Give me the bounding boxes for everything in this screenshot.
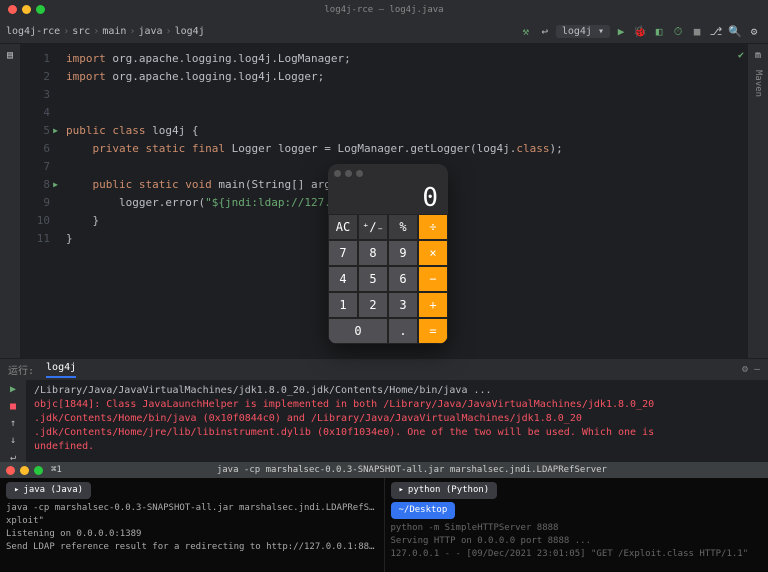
up-icon[interactable]: ↑ (6, 418, 20, 429)
minimize-icon[interactable] (22, 5, 31, 14)
gutter: 1 2 3 4 5▶ 6 7 8▶ 9 10 11 (20, 44, 56, 358)
calc-key-5[interactable]: 5 (358, 266, 388, 292)
run-panel-tabs: 运行: log4j ⚙ — (0, 358, 768, 380)
hide-icon[interactable]: — (754, 364, 760, 375)
crumb-src[interactable]: src (72, 26, 90, 37)
crumb-java[interactable]: java (138, 26, 162, 37)
calc-key-dot[interactable]: . (388, 318, 418, 344)
console-output[interactable]: /Library/Java/JavaVirtualMachines/jdk1.8… (26, 380, 768, 462)
stop-icon[interactable]: ■ (689, 24, 705, 40)
crumb-project[interactable]: log4j-rce (6, 26, 60, 37)
crumb-file[interactable]: log4j (175, 26, 205, 37)
calc-key-1[interactable]: 1 (328, 292, 358, 318)
terminal-right[interactable]: ▸ python (Python) ~/Desktop python -m Si… (385, 478, 768, 572)
term-line: Send LDAP reference result for a redirec… (6, 541, 378, 554)
console-actions: ▶ ■ ↑ ↓ ↵ 🖶 🗑 (0, 380, 26, 462)
calc-key-ac[interactable]: AC (328, 214, 358, 240)
term-tab-java[interactable]: ▸ java (Java) (6, 482, 91, 499)
crumb-main[interactable]: main (102, 26, 126, 37)
term-cwd: ~/Desktop (391, 502, 456, 519)
right-sidebar: m Maven (748, 44, 768, 364)
profile-icon[interactable]: ⏱ (670, 24, 686, 40)
breadcrumb[interactable]: log4j-rce› src› main› java› log4j (6, 26, 205, 37)
maven-tool-icon[interactable]: m (751, 48, 765, 62)
minimize-icon[interactable] (20, 466, 29, 475)
calc-key-subtract[interactable]: − (418, 266, 448, 292)
calc-titlebar[interactable] (328, 164, 448, 182)
console-line: objc[1844]: Class JavaLaunchHelper is im… (34, 398, 760, 412)
stop-icon[interactable]: ■ (6, 401, 20, 412)
term-line: Listening on 0.0.0.0:1389 (6, 528, 378, 541)
term-line: python -m SimpleHTTPServer 8888 (391, 522, 763, 535)
maven-label[interactable]: Maven (753, 70, 763, 97)
calculator-window[interactable]: 0 AC ⁺∕₋ % ÷ 7 8 9 × 4 5 6 − 1 2 3 + 0 .… (328, 164, 448, 344)
console-line: .jdk/Contents/Home/jre/lib/libinstrument… (34, 426, 760, 440)
term-line: xploit" (6, 515, 378, 528)
terminal-left[interactable]: ▸ java (Java) java -cp marshalsec-0.0.3-… (0, 478, 385, 572)
run-gutter-icon[interactable]: ▶ (53, 176, 58, 194)
maximize-icon[interactable] (34, 466, 43, 475)
calc-key-multiply[interactable]: × (418, 240, 448, 266)
calc-key-9[interactable]: 9 (388, 240, 418, 266)
terminal-panes: ▸ java (Java) java -cp marshalsec-0.0.3-… (0, 478, 768, 572)
term-line: Serving HTTP on 0.0.0.0 port 8888 ... (391, 535, 763, 548)
term-line: java -cp marshalsec-0.0.3-SNAPSHOT-all.j… (6, 502, 378, 515)
calc-key-divide[interactable]: ÷ (418, 214, 448, 240)
close-icon[interactable] (6, 466, 15, 475)
run-label: 运行: (8, 362, 34, 377)
maximize-icon[interactable] (36, 5, 45, 14)
calc-key-plusminus[interactable]: ⁺∕₋ (358, 214, 388, 240)
calc-key-2[interactable]: 2 (358, 292, 388, 318)
calc-key-7[interactable]: 7 (328, 240, 358, 266)
run-gutter-icon[interactable]: ▶ (53, 122, 58, 140)
gear-icon[interactable]: ⚙ (742, 364, 748, 375)
titlebar: log4j-rce – log4j.java (0, 0, 768, 20)
run-icon[interactable]: ▶ (613, 24, 629, 40)
console-line: /Library/Java/JavaVirtualMachines/jdk1.8… (34, 384, 760, 398)
calc-key-8[interactable]: 8 (358, 240, 388, 266)
calc-key-percent[interactable]: % (388, 214, 418, 240)
search-icon[interactable]: 🔍 (727, 24, 743, 40)
external-term-titlebar: ⌘1 java -cp marshalsec-0.0.3-SNAPSHOT-al… (0, 462, 768, 478)
coverage-icon[interactable]: ◧ (651, 24, 667, 40)
toolbar: ⚒ ↩ log4j ▾ ▶ 🐞 ◧ ⏱ ■ ⎇ 🔍 ⚙ (518, 24, 762, 40)
navbar: log4j-rce› src› main› java› log4j ⚒ ↩ lo… (0, 20, 768, 44)
settings-icon[interactable]: ⚙ (746, 24, 762, 40)
calc-key-6[interactable]: 6 (388, 266, 418, 292)
run-configuration[interactable]: log4j ▾ (556, 25, 610, 38)
bookmark-icon[interactable]: ✔ (738, 50, 744, 61)
git-icon[interactable]: ⎇ (708, 24, 724, 40)
console-line: .jdk/Contents/Home/bin/java (0x10f0844c0… (34, 412, 760, 426)
left-sidebar: ▤ (0, 44, 20, 364)
down-icon[interactable]: ↓ (6, 435, 20, 446)
back-icon[interactable]: ↩ (537, 24, 553, 40)
term-line: 127.0.0.1 - - [09/Dec/2021 23:01:05] "GE… (391, 548, 763, 561)
calc-key-4[interactable]: 4 (328, 266, 358, 292)
calc-key-3[interactable]: 3 (388, 292, 418, 318)
close-icon[interactable] (8, 5, 17, 14)
hammer-icon[interactable]: ⚒ (518, 24, 534, 40)
term-window-controls[interactable] (6, 466, 43, 475)
calc-keypad: AC ⁺∕₋ % ÷ 7 8 9 × 4 5 6 − 1 2 3 + 0 . = (328, 214, 448, 344)
project-tool-icon[interactable]: ▤ (3, 48, 17, 62)
console-line: undefined. (34, 440, 760, 454)
term-title: java -cp marshalsec-0.0.3-SNAPSHOT-all.j… (217, 465, 607, 475)
calc-key-0[interactable]: 0 (328, 318, 388, 344)
debug-icon[interactable]: 🐞 (632, 24, 648, 40)
window-title: log4j-rce – log4j.java (324, 5, 443, 15)
term-tab-python[interactable]: ▸ python (Python) (391, 482, 498, 499)
calc-display: 0 (328, 182, 448, 214)
rerun-icon[interactable]: ▶ (6, 384, 20, 395)
calc-key-add[interactable]: + (418, 292, 448, 318)
console: ▶ ■ ↑ ↓ ↵ 🖶 🗑 /Library/Java/JavaVirtualM… (0, 380, 768, 462)
window-controls[interactable] (8, 5, 45, 14)
run-tab-log4j[interactable]: log4j (46, 362, 76, 378)
calc-key-equals[interactable]: = (418, 318, 448, 344)
